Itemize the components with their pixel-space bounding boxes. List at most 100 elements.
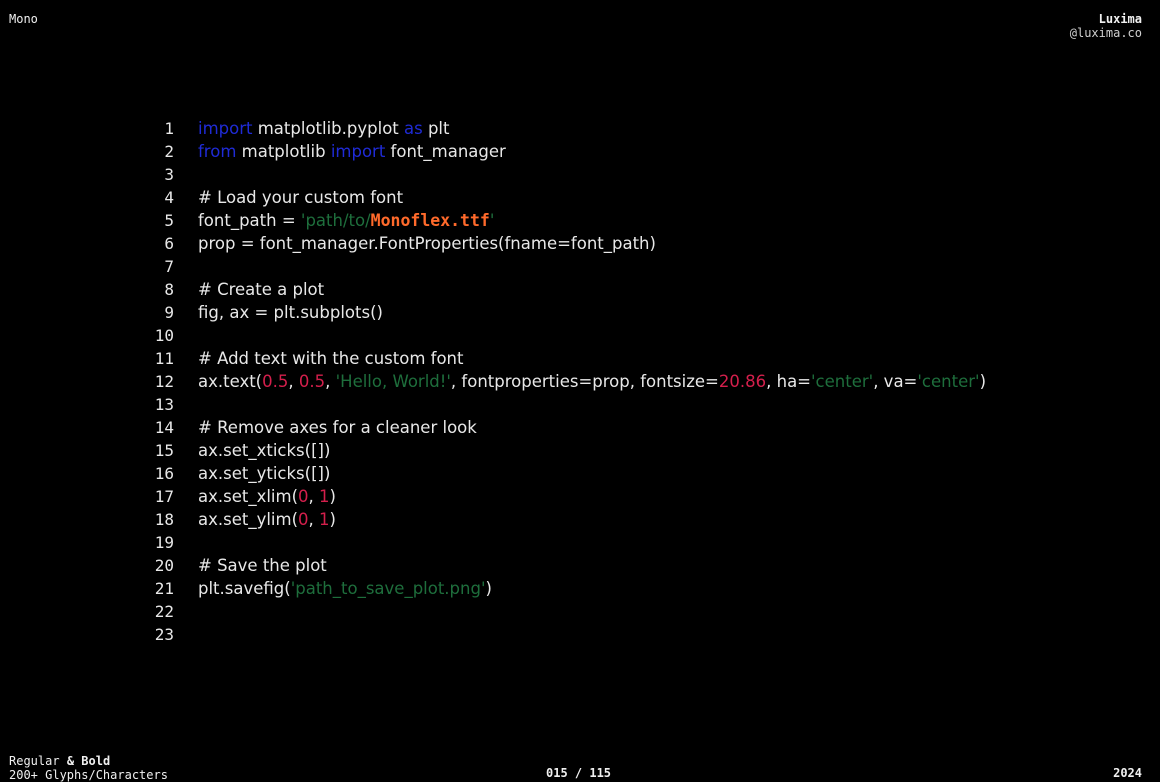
line-content: prop = font_manager.FontProperties(fname… [198, 232, 656, 255]
code-token-plain: ax.text( [198, 372, 263, 391]
code-line: 5 font_path = 'path/to/Monoflex.ttf' [150, 209, 1110, 232]
code-token-comment: # Save the plot [198, 556, 327, 575]
line-number: 15 [154, 441, 174, 460]
line-number: 6 [164, 234, 174, 253]
code-token-plain: ax.set_xlim( [198, 487, 299, 506]
code-token-number: 0.5 [298, 372, 326, 391]
line-number: 3 [164, 165, 174, 184]
line-content: # Remove axes for a cleaner look [198, 416, 477, 439]
code-token-number: 1 [319, 487, 330, 506]
code-line: 2 from matplotlib import font_manager [150, 140, 1110, 163]
line-number: 21 [154, 579, 174, 598]
code-token-keyword: import [198, 119, 253, 138]
code-token-plain: font_manager [385, 142, 506, 161]
line-number: 1 [164, 119, 174, 138]
glyph-count: 200+ Glyphs/Characters [9, 768, 168, 782]
code-token-string: 'path/to/ [300, 211, 371, 230]
code-line: 23 [150, 623, 1110, 646]
footer-info: Regular & Bold 200+ Glyphs/Characters [9, 754, 168, 782]
code-token-plain: matplotlib.pyplot [252, 119, 404, 138]
code-line: 4 # Load your custom font [150, 186, 1110, 209]
line-number: 7 [164, 257, 174, 276]
page-counter: 015 / 115 [546, 766, 612, 780]
code-token-plain: ) [329, 510, 336, 529]
code-token-plain: , [308, 510, 320, 529]
code-token-plain: ax.set_xticks([]) [198, 441, 331, 460]
code-token-number: 0.5 [262, 372, 289, 391]
code-token-comment: # Remove axes for a cleaner look [198, 418, 477, 437]
weight-ampersand: & [66, 754, 75, 768]
line-content: # Create a plot [198, 278, 324, 301]
line-content: from matplotlib import font_manager [198, 140, 506, 163]
code-token-comment: # Create a plot [198, 280, 325, 299]
line-number: 5 [164, 211, 174, 230]
code-token-keyword: import [330, 142, 386, 161]
code-token-plain: plt.savefig( [198, 579, 291, 598]
line-number: 2 [164, 142, 174, 161]
code-token-plain: ) [329, 487, 336, 506]
code-token-plain: ) [485, 579, 492, 598]
brand-handle: @luxima.co [1069, 26, 1142, 40]
code-token-number: 1 [319, 510, 330, 529]
code-token-plain: ax.set_yticks([]) [198, 464, 331, 483]
code-token-plain: , [288, 372, 299, 391]
code-line: 18 ax.set_ylim(0, 1) [150, 508, 1110, 531]
code-token-keyword: from [198, 142, 237, 161]
code-line: 16 ax.set_yticks([]) [150, 462, 1110, 485]
line-number: 23 [154, 625, 174, 644]
font-weights: Regular & Bold [9, 754, 168, 768]
code-line: 6 prop = font_manager.FontProperties(fnam… [150, 232, 1110, 255]
line-number: 16 [154, 464, 174, 483]
code-token-string: 'Hello, World!' [335, 372, 451, 391]
line-number: 10 [154, 326, 174, 345]
line-content: ax.text(0.5, 0.5, 'Hello, World!', fontp… [198, 370, 986, 393]
line-number: 17 [154, 487, 174, 506]
brand-block: Luxima @luxima.co [1070, 12, 1142, 40]
font-name-label: Mono [9, 12, 38, 26]
code-line: 7 [150, 255, 1110, 278]
code-line: 12 ax.text(0.5, 0.5, 'Hello, World!', fon… [150, 370, 1110, 393]
code-token-comment: # Load your custom font [198, 188, 404, 207]
code-token-plain: , fontproperties=prop, fontsize= [450, 372, 719, 391]
code-line: 3 [150, 163, 1110, 186]
line-number: 22 [154, 602, 174, 621]
line-number: 20 [154, 556, 174, 575]
code-token-plain: , [325, 372, 336, 391]
line-content: # Load your custom font [198, 186, 403, 209]
code-token-plain: matplotlib [236, 142, 331, 161]
code-token-plain: prop = font_manager.FontProperties(fname… [198, 234, 656, 253]
brand-name: Luxima [1098, 12, 1142, 26]
code-token-number: 0 [298, 487, 309, 506]
code-token-plain: plt [422, 119, 450, 138]
code-token-plain: fig, ax = plt.subplots() [198, 303, 383, 322]
year-label: 2024 [1113, 766, 1142, 780]
line-content: import matplotlib.pyplot as plt [198, 117, 450, 140]
code-token-plain: , [308, 487, 320, 506]
code-line: 20 # Save the plot [150, 554, 1110, 577]
code-token-string: ' [489, 211, 495, 230]
line-content: ax.set_xticks([]) [198, 439, 330, 462]
code-line: 11 # Add text with the custom font [150, 347, 1110, 370]
code-token-highlight: Monoflex.ttf [370, 211, 490, 230]
line-number: 19 [154, 533, 174, 552]
line-number: 13 [154, 395, 174, 414]
code-line: 19 [150, 531, 1110, 554]
line-number: 18 [154, 510, 174, 529]
code-token-plain: , ha= [766, 372, 812, 391]
code-line: 9 fig, ax = plt.subplots() [150, 301, 1110, 324]
line-number: 11 [154, 349, 174, 368]
code-token-keyword: as [404, 119, 423, 138]
line-number: 9 [164, 303, 174, 322]
code-token-string: 'center' [811, 372, 874, 391]
code-token-plain: font_path = [198, 211, 301, 230]
line-content: plt.savefig('path_to_save_plot.png') [198, 577, 492, 600]
code-token-comment: # Add text with the custom font [198, 349, 464, 368]
weight-bold: Bold [81, 754, 111, 768]
line-content: fig, ax = plt.subplots() [198, 301, 383, 324]
code-token-plain: ax.set_ylim( [198, 510, 299, 529]
code-line: 14 # Remove axes for a cleaner look [150, 416, 1110, 439]
line-content: # Save the plot [198, 554, 327, 577]
code-token-plain: , va= [873, 372, 918, 391]
line-content: ax.set_yticks([]) [198, 462, 330, 485]
weight-regular: Regular [9, 754, 60, 768]
